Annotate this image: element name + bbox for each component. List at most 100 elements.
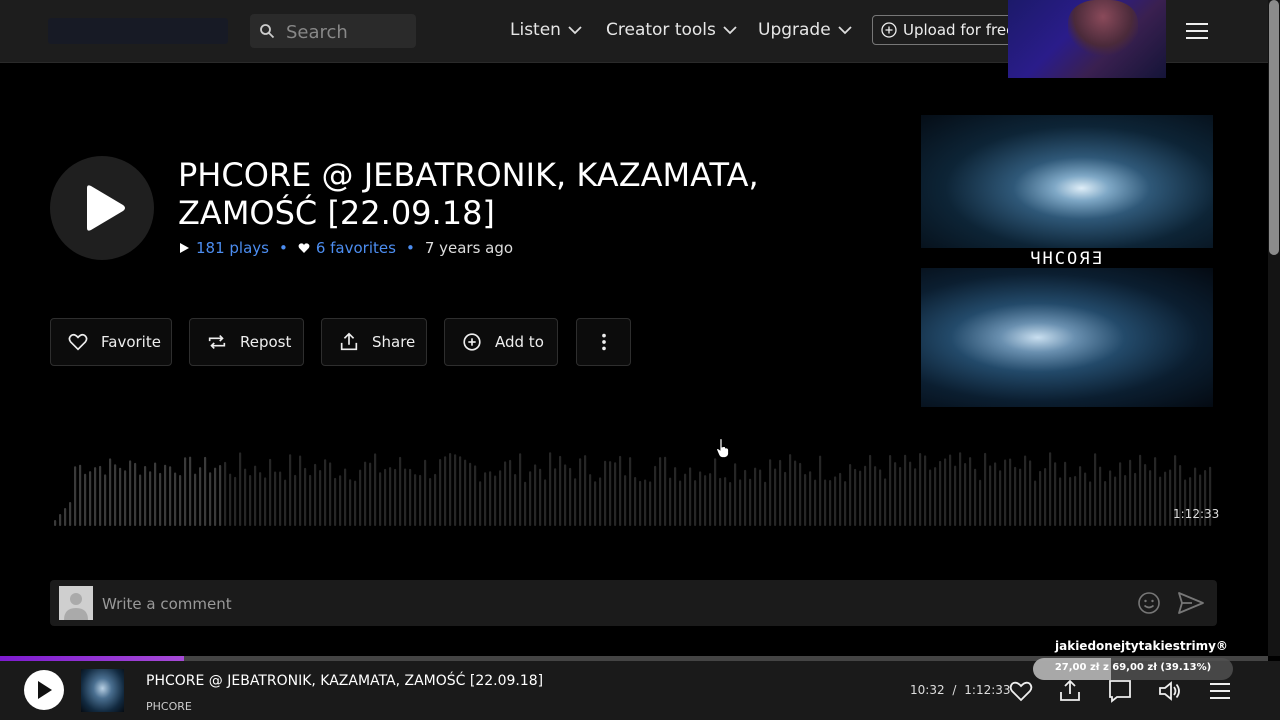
waveform-bar xyxy=(119,467,122,526)
waveform-bar xyxy=(649,481,652,526)
hamburger-menu-icon[interactable] xyxy=(1186,22,1208,40)
comment-input[interactable] xyxy=(100,588,1104,620)
more-options-button[interactable] xyxy=(576,318,631,366)
favorite-label: Favorite xyxy=(101,333,161,351)
waveform-bar xyxy=(799,462,802,526)
waveform-bar xyxy=(699,471,702,526)
player-artist[interactable]: PHCORE xyxy=(146,700,192,713)
current-time: 10:32 xyxy=(910,683,945,697)
send-icon[interactable] xyxy=(1177,591,1205,615)
waveform-bar xyxy=(929,469,932,526)
waveform-bar xyxy=(299,455,302,526)
waveform-bar xyxy=(189,456,192,526)
waveform-bar xyxy=(294,474,297,526)
waveform-bar xyxy=(274,471,277,526)
waveform-bar xyxy=(99,465,102,526)
add-to-button[interactable]: Add to xyxy=(444,318,558,366)
waveform-bar xyxy=(1004,459,1007,526)
player-thumbnail[interactable] xyxy=(81,669,124,712)
waveform-bar xyxy=(949,454,952,526)
main-play-button[interactable] xyxy=(50,156,154,260)
waveform-bar xyxy=(769,459,772,526)
waveform-bar xyxy=(304,467,307,526)
heart-icon[interactable] xyxy=(1008,678,1034,704)
waveform-bar xyxy=(1039,470,1042,526)
waveform-bar xyxy=(209,472,212,526)
waveform-bar xyxy=(694,480,697,526)
waveform-bar xyxy=(379,472,382,526)
waveform-bar xyxy=(1124,475,1127,526)
favorite-button[interactable]: Favorite xyxy=(50,318,172,366)
donation-goal-bar: 27,00 zł z 69,00 zł (39.13%) xyxy=(1033,658,1233,680)
share-icon xyxy=(340,332,358,351)
share-button[interactable]: Share xyxy=(321,318,427,366)
waveform-bar xyxy=(429,478,432,526)
waveform-bar xyxy=(844,481,847,526)
player-time: 10:32 / 1:12:33 xyxy=(910,683,1011,697)
waveform-bar xyxy=(619,455,622,526)
waveform-bar xyxy=(749,478,752,526)
nav-upgrade[interactable]: Upgrade xyxy=(758,20,853,40)
scrollbar-thumb[interactable] xyxy=(1269,0,1279,255)
waveform-bar xyxy=(1034,480,1037,526)
nav-creator-tools[interactable]: Creator tools xyxy=(606,20,738,40)
waveform-bar xyxy=(179,474,182,526)
waveform-bar xyxy=(989,465,992,526)
waveform-bar xyxy=(1164,471,1167,526)
queue-icon[interactable] xyxy=(1207,678,1233,704)
upload-button[interactable]: Upload for free xyxy=(872,15,1012,45)
waveform-bar xyxy=(624,475,627,526)
waveform-bar xyxy=(244,468,247,526)
waveform-bar xyxy=(944,458,947,526)
waveform-bar xyxy=(384,468,387,526)
volume-icon[interactable] xyxy=(1157,678,1183,704)
waveform-bar xyxy=(269,458,272,526)
nav-listen[interactable]: Listen xyxy=(510,20,583,40)
waveform-bar xyxy=(529,471,532,526)
waveform-bar xyxy=(419,474,422,526)
waveform-bar xyxy=(1014,466,1017,526)
artwork-logo-text: ЧHCOЯƎ xyxy=(1030,249,1104,269)
site-logo[interactable] xyxy=(48,18,228,44)
player-track-title[interactable]: PHCORE @ JEBATRONIK, KAZAMATA, ZAMOŚĆ [2… xyxy=(146,673,543,689)
favorites-count-link[interactable]: 6 favorites xyxy=(316,239,396,257)
heart-small-icon xyxy=(298,243,310,253)
chevron-down-icon xyxy=(568,26,582,35)
waveform-bar xyxy=(764,481,767,526)
webcam-person xyxy=(1068,0,1138,56)
search-input[interactable] xyxy=(284,18,413,46)
waveform-bar xyxy=(344,468,347,526)
upload-age: 7 years ago xyxy=(424,239,514,257)
waveform-bar xyxy=(1059,477,1062,526)
waveform-bar xyxy=(1119,462,1122,526)
waveform-bar xyxy=(64,508,67,526)
comment-icon[interactable] xyxy=(1107,678,1133,704)
waveform-bar xyxy=(714,458,717,526)
waveform-bar xyxy=(1049,452,1052,526)
waveform-bar xyxy=(329,462,332,526)
player-play-button[interactable] xyxy=(24,670,64,710)
waveform-bar xyxy=(1024,455,1027,526)
repost-button[interactable]: Repost xyxy=(189,318,304,366)
emoji-icon[interactable] xyxy=(1137,591,1161,615)
waveform-bar xyxy=(109,458,112,526)
waveform-bar xyxy=(1079,466,1082,526)
waveform-bar xyxy=(654,465,657,526)
waveform-bar xyxy=(1134,472,1137,526)
waveform-bar xyxy=(349,479,352,526)
waveform-bar xyxy=(579,458,582,526)
waveform-bar xyxy=(374,453,377,526)
share-icon[interactable] xyxy=(1057,678,1083,704)
hand-cursor-icon xyxy=(716,438,729,458)
waveform-bar xyxy=(169,466,172,526)
waveform-bar xyxy=(1139,454,1142,526)
plays-count-link[interactable]: 181 plays xyxy=(196,239,269,257)
waveform-bar xyxy=(89,471,92,526)
waveform[interactable] xyxy=(52,440,1212,530)
search-box[interactable] xyxy=(250,14,416,48)
waveform-bar xyxy=(94,467,97,526)
artwork-image-bottom xyxy=(921,268,1213,407)
waveform-bar xyxy=(634,476,637,526)
waveform-bar xyxy=(874,466,877,526)
waveform-bar xyxy=(959,452,962,526)
